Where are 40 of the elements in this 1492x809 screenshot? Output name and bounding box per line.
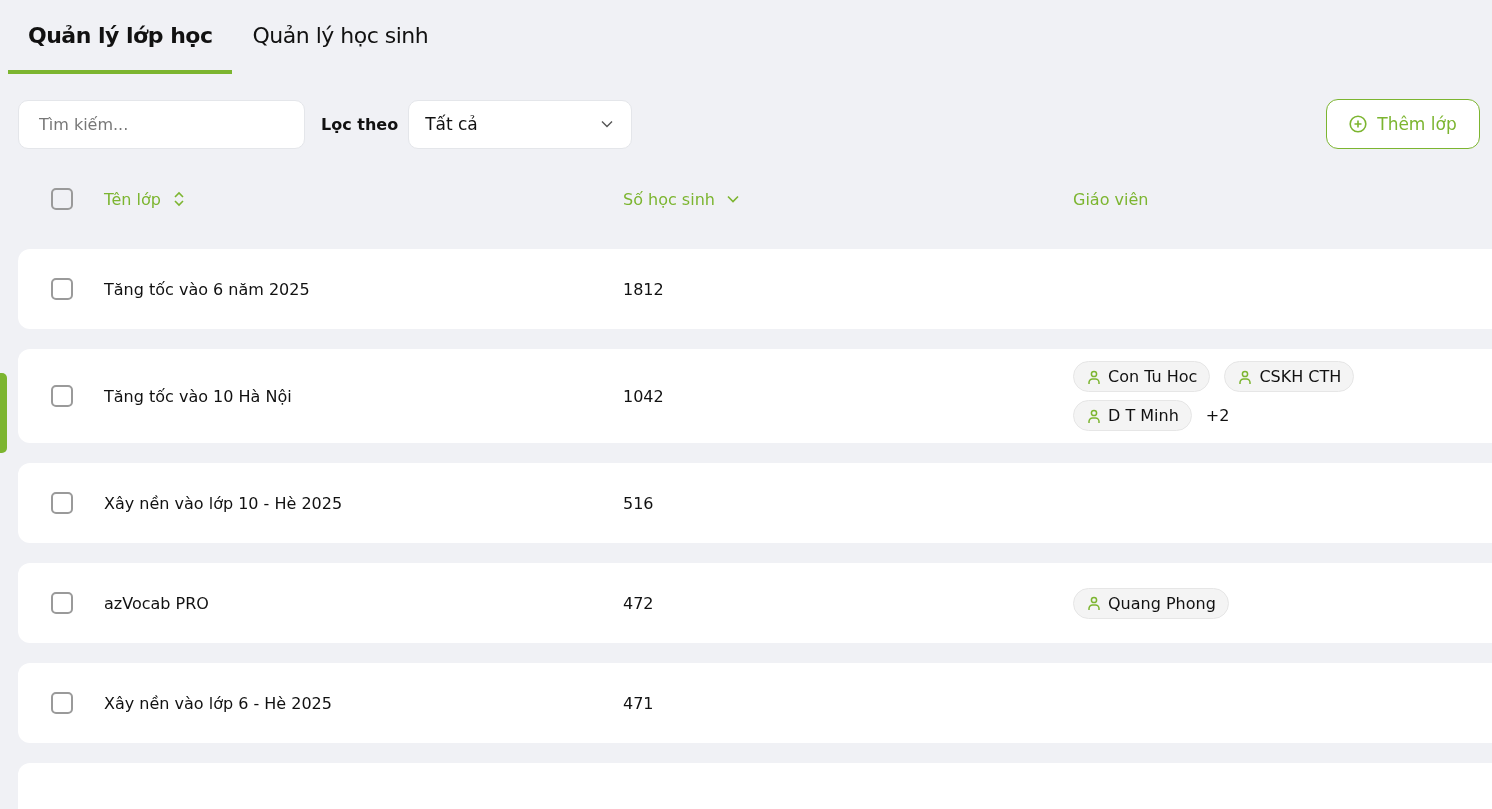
- table-row[interactable]: Xây nền vào lớp 6 - Hè 2025 471: [18, 663, 1492, 743]
- checkbox[interactable]: [51, 385, 73, 407]
- student-count: 516: [623, 493, 654, 513]
- filter-label: Lọc theo: [321, 114, 399, 134]
- more-count: +2: [1205, 406, 1230, 425]
- class-name: Tăng tốc vào 6 năm 2025: [104, 279, 310, 299]
- checkbox[interactable]: [51, 592, 73, 614]
- class-name: Xây nền vào lớp 6 - Hè 2025: [104, 693, 332, 713]
- student-count: 472: [623, 593, 654, 613]
- table-row[interactable]: Tăng tốc vào 10 Hà Nội 1042 Con Tu Hoc CSKH CTH D T Minh +2: [18, 349, 1492, 443]
- checkbox[interactable]: [51, 492, 73, 514]
- class-name: Xây nền vào lớp 10 - Hè 2025: [104, 493, 343, 513]
- teacher-tag: Quang Phong: [1073, 587, 1229, 619]
- tab[interactable]: Quản lý lớp học: [8, 0, 233, 74]
- checkbox[interactable]: [51, 692, 73, 714]
- student-count: 471: [623, 693, 654, 713]
- filter-dropdown[interactable]: Tất cả: [408, 99, 633, 149]
- teacher-tag: D T Minh: [1073, 400, 1192, 431]
- plus-circle-icon: [1349, 115, 1368, 133]
- table-row[interactable]: Xây nền vào lớp 10 - Hè 2025 516: [18, 463, 1492, 543]
- class-name: azVocab PRO: [104, 593, 209, 613]
- sort-icon[interactable]: [173, 191, 185, 207]
- person-icon: [1237, 368, 1254, 385]
- side-handle[interactable]: [0, 373, 7, 453]
- checkbox[interactable]: [51, 188, 73, 210]
- sort-down-icon[interactable]: [726, 195, 739, 203]
- person-icon: [1086, 407, 1102, 424]
- student-count: 1812: [623, 279, 664, 299]
- teacher-tag: Con Tu Hoc: [1073, 361, 1211, 392]
- search-field[interactable]: Tìm kiếm...: [18, 99, 305, 149]
- person-icon: [1086, 368, 1102, 385]
- chevron-down-icon: [601, 120, 614, 128]
- table-row[interactable]: azVocab PRO 472 Quang Phong: [18, 563, 1492, 643]
- table-row[interactable]: Tăng tốc vào 6 năm 2025 1812: [18, 249, 1492, 329]
- checkbox[interactable]: [51, 278, 73, 300]
- person-icon: [1086, 595, 1102, 611]
- tab[interactable]: Quản lý học sinh: [232, 0, 449, 74]
- student-count: 1042: [623, 386, 664, 406]
- class-name: Tăng tốc vào 10 Hà Nội: [104, 386, 292, 406]
- teacher-tag: CSKH CTH: [1224, 361, 1355, 392]
